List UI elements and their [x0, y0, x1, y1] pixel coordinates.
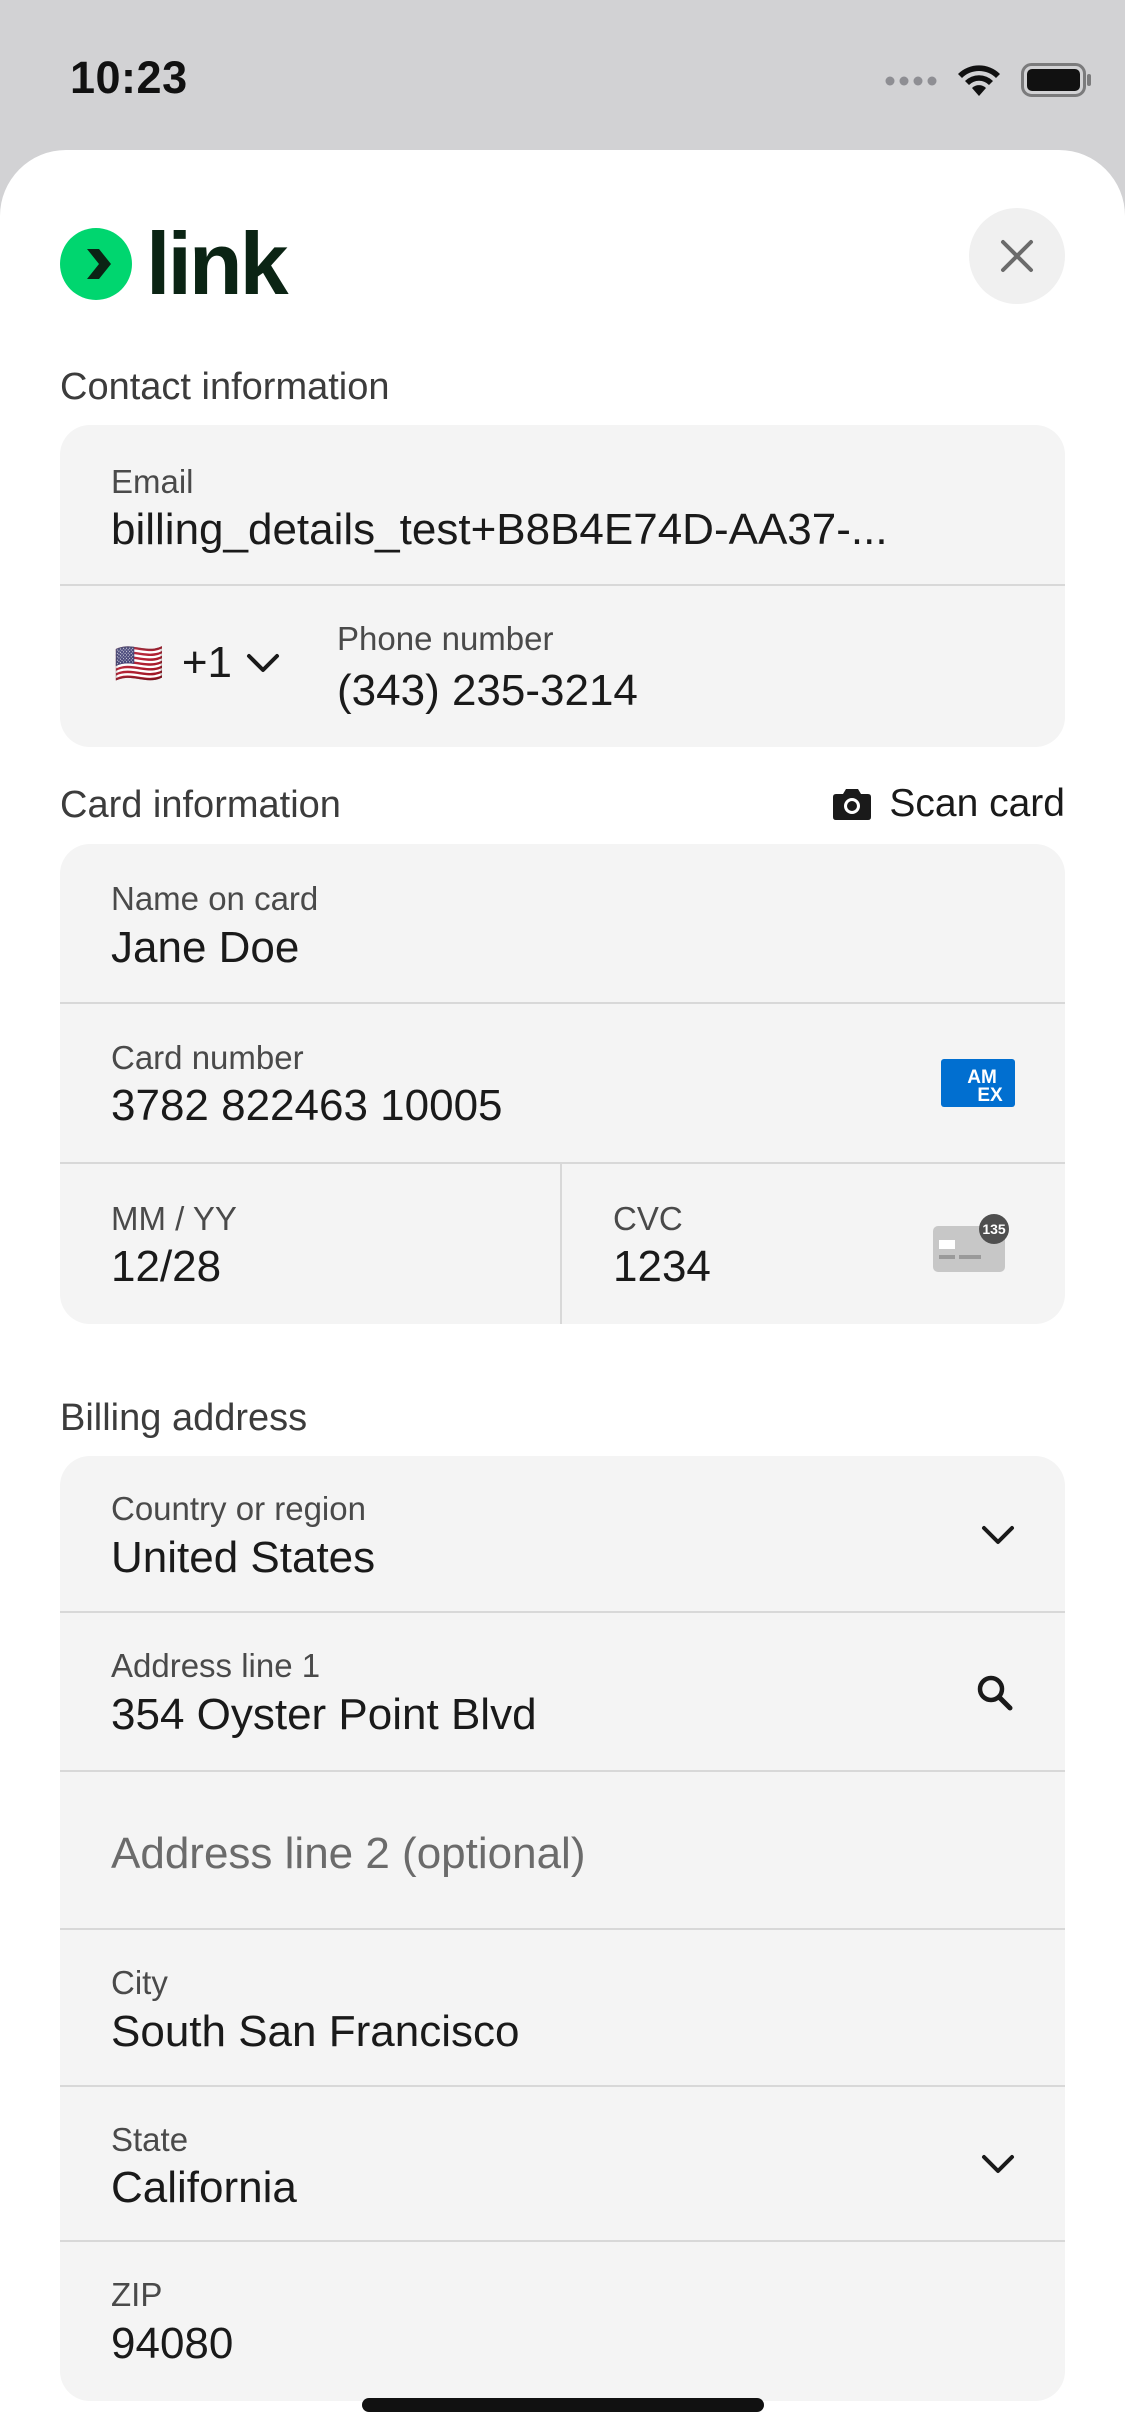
city-value: South San Francisco	[111, 2007, 520, 2056]
status-icons	[885, 62, 1093, 103]
phone-number-field[interactable]: Phone number (343) 235-3214	[337, 586, 1065, 747]
card-number-value: 3782 822463 10005	[111, 1081, 503, 1130]
zip-value: 94080	[111, 2319, 234, 2368]
phone-value: (343) 235-3214	[337, 666, 638, 715]
expiry-value: 12/28	[111, 1242, 222, 1291]
status-bar: 10:23	[0, 0, 1125, 150]
email-value: billing_details_test+B8B4E74D-AA37-...	[111, 505, 888, 554]
cvc-label: CVC	[613, 1200, 683, 1237]
city-field[interactable]: City South San Francisco	[60, 1930, 1065, 2087]
address-line1-label: Address line 1	[111, 1647, 321, 1684]
link-logo-text: link	[146, 214, 289, 313]
chevron-down-icon	[982, 1526, 1014, 1544]
contact-group: Email billing_details_test+B8B4E74D-AA37…	[60, 425, 1065, 747]
country-code-picker[interactable]: 🇺🇸 +1	[114, 638, 280, 688]
country-select[interactable]: Country or region United States	[60, 1456, 1065, 1613]
state-value: California	[111, 2163, 297, 2212]
battery-icon	[1021, 63, 1093, 102]
country-value: United States	[111, 1533, 376, 1582]
close-icon	[1001, 240, 1033, 272]
billing-section-label: Billing address	[60, 1397, 308, 1439]
scan-card-button[interactable]: Scan card	[831, 782, 1065, 826]
state-label: State	[111, 2121, 189, 2158]
status-time: 10:23	[70, 52, 188, 103]
billing-group: Country or region United States Address …	[60, 1456, 1065, 2401]
card-number-label: Card number	[111, 1039, 304, 1076]
link-sheet: link Contact information Email billing_d…	[0, 150, 1125, 2436]
address-line2-placeholder: Address line 2 (optional)	[111, 1829, 586, 1878]
wifi-icon	[955, 62, 1003, 103]
cvc-card-icon: 135	[931, 1214, 1015, 1279]
phone-row: 🇺🇸 +1 Phone number (343) 235-3214	[60, 586, 1065, 747]
cvc-value: 1234	[613, 1242, 711, 1291]
chevron-down-icon	[982, 2155, 1014, 2173]
chevron-down-icon	[246, 654, 279, 672]
name-on-card-field[interactable]: Name on card Jane Doe	[60, 844, 1065, 1004]
phone-label: Phone number	[337, 620, 554, 657]
close-button[interactable]	[969, 208, 1065, 304]
card-number-field[interactable]: Card number 3782 822463 10005 AM EX	[60, 1004, 1065, 1164]
country-code: +1	[181, 638, 232, 687]
search-icon[interactable]	[975, 1673, 1015, 1713]
camera-icon	[833, 789, 872, 820]
expiry-cvc-row: MM / YY 12/28 CVC 1234 135	[60, 1164, 1065, 1324]
cvc-badge-text: 135	[982, 1221, 1006, 1237]
card-group: Name on card Jane Doe Card number 3782 8…	[60, 844, 1065, 1324]
address-line1-value: 354 Oyster Point Blvd	[111, 1690, 537, 1739]
signal-icon	[885, 74, 937, 92]
address-line1-field[interactable]: Address line 1 354 Oyster Point Blvd	[60, 1613, 1065, 1772]
email-label: Email	[111, 463, 194, 500]
state-select[interactable]: State California	[60, 2087, 1065, 2242]
contact-section-label: Contact information	[60, 366, 390, 408]
expiry-field[interactable]: MM / YY 12/28	[60, 1164, 562, 1324]
link-logo: link	[60, 214, 289, 313]
name-on-card-value: Jane Doe	[111, 923, 300, 972]
name-on-card-label: Name on card	[111, 880, 319, 917]
cvc-field[interactable]: CVC 1234 135	[562, 1164, 1065, 1324]
amex-icon: AM EX	[941, 1059, 1015, 1112]
zip-label: ZIP	[111, 2276, 163, 2313]
amex-text-bottom: EX	[977, 1085, 1003, 1106]
city-label: City	[111, 1964, 168, 2001]
card-section-label: Card information	[60, 784, 341, 826]
country-label: Country or region	[111, 1490, 366, 1527]
link-logo-icon	[60, 228, 132, 300]
email-field[interactable]: Email billing_details_test+B8B4E74D-AA37…	[60, 425, 1065, 586]
home-indicator	[362, 2398, 764, 2412]
zip-field[interactable]: ZIP 94080	[60, 2242, 1065, 2401]
us-flag-icon: 🇺🇸	[114, 641, 164, 686]
address-line2-field[interactable]: Address line 2 (optional)	[60, 1772, 1065, 1930]
expiry-label: MM / YY	[111, 1200, 237, 1237]
scan-card-label: Scan card	[889, 782, 1065, 825]
